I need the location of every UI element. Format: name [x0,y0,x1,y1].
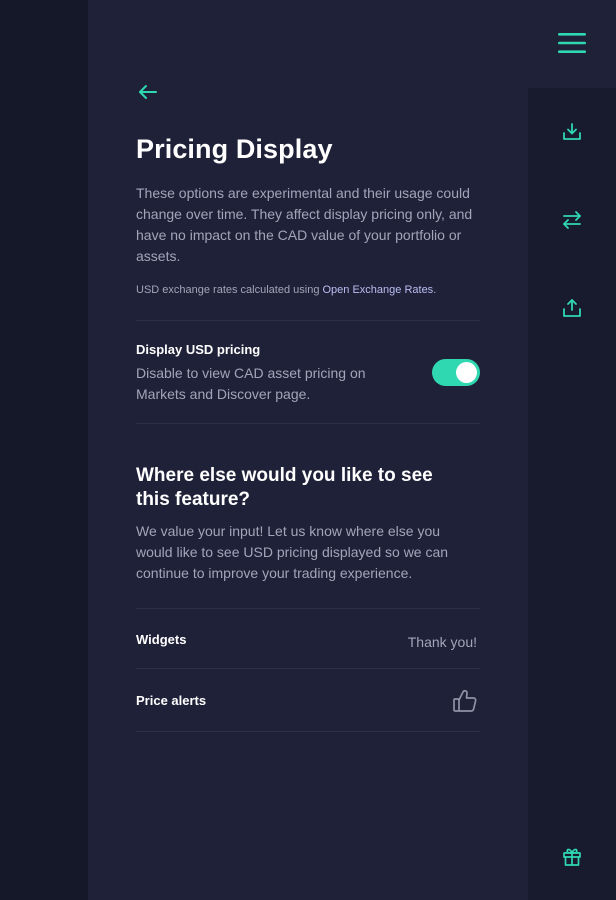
back-arrow-icon[interactable] [136,80,160,104]
gift-icon[interactable] [552,836,592,876]
feedback-item-widgets-label: Widgets [136,632,187,647]
rates-note-suffix: . [433,284,437,296]
divider [136,608,480,609]
divider [136,668,480,669]
download-icon[interactable] [552,112,592,152]
rates-note-prefix: USD exchange rates calculated using [136,284,323,296]
upload-icon[interactable] [552,288,592,328]
transfer-arrows-icon[interactable] [552,200,592,240]
open-exchange-rates-link[interactable]: Open Exchange Rates [323,284,434,296]
widgets-thank-you-text: Thank you! [407,634,477,650]
thumbs-up-icon[interactable] [452,688,478,714]
feedback-description: We value your input! Let us know where e… [136,523,449,581]
usd-pricing-setting-title: Display USD pricing [136,342,261,357]
usd-pricing-toggle[interactable] [432,359,480,386]
page-title: Pricing Display [136,134,333,164]
divider [136,423,480,424]
intro-text: These options are experimental and their… [136,185,473,264]
feedback-title: Where else would you like to see this fe… [136,465,433,510]
hamburger-menu-icon[interactable] [552,23,592,63]
exchange-rates-note: USD exchange rates calculated using Open… [136,284,436,296]
divider [136,731,480,732]
feedback-item-price-alerts-label: Price alerts [136,693,207,708]
usd-pricing-setting-description: Disable to view CAD asset pricing on Mar… [136,365,366,402]
background-overlay [0,0,88,900]
divider [136,320,480,321]
toggle-knob [456,362,477,383]
